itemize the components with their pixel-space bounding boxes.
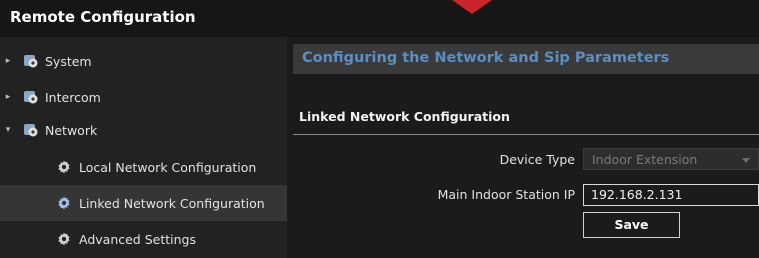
brand-accent-shape [452, 0, 492, 14]
main-indoor-station-ip-label: Main Indoor Station IP [437, 187, 575, 202]
device-type-select[interactable]: Indoor Extension [583, 148, 759, 170]
gear-icon [58, 196, 70, 210]
title-bar: Remote Configuration [0, 0, 759, 37]
intercom-gear-icon [24, 91, 38, 104]
tree-item-label: Local Network Configuration [79, 159, 257, 175]
tree-item-intercom[interactable]: ▸ Intercom [0, 79, 287, 115]
window-title: Remote Configuration [10, 8, 196, 26]
tree-item-network[interactable]: ▾ Network [0, 112, 287, 148]
main-panel: Configuring the Network and Sip Paramete… [287, 37, 759, 258]
collapse-arrow-icon[interactable]: ▾ [3, 125, 13, 135]
tree-item-label: Linked Network Configuration [79, 195, 265, 211]
device-type-label: Device Type [499, 152, 575, 167]
tree-item-local-network-configuration[interactable]: Local Network Configuration [0, 149, 287, 185]
system-gear-icon [24, 55, 38, 68]
expand-arrow-icon[interactable]: ▸ [3, 56, 13, 66]
tree-item-label: System [45, 53, 92, 69]
device-type-value: Indoor Extension [592, 152, 698, 167]
tree-item-label: Advanced Settings [79, 231, 196, 247]
sidebar-tree: ▸ System ▸ Intercom ▾ Network Local Netw… [0, 37, 287, 258]
tree-item-label: Intercom [45, 89, 101, 105]
chevron-down-icon [742, 158, 750, 163]
gear-icon [58, 160, 70, 174]
section-header: Configuring the Network and Sip Paramete… [293, 44, 759, 74]
tree-item-advanced-settings[interactable]: Advanced Settings [0, 221, 287, 257]
gear-icon [58, 232, 70, 246]
save-button[interactable]: Save [583, 212, 680, 238]
tree-item-system[interactable]: ▸ System [0, 43, 287, 79]
main-indoor-station-ip-input[interactable]: 192.168.2.131 [583, 184, 759, 206]
network-gear-icon [24, 124, 38, 137]
section-title: Configuring the Network and Sip Paramete… [302, 50, 670, 66]
divider [293, 134, 759, 135]
tree-item-label: Network [45, 122, 98, 138]
subsection-title: Linked Network Configuration [299, 109, 510, 124]
expand-arrow-icon[interactable]: ▸ [3, 92, 13, 102]
tree-item-linked-network-configuration[interactable]: Linked Network Configuration [0, 185, 287, 221]
